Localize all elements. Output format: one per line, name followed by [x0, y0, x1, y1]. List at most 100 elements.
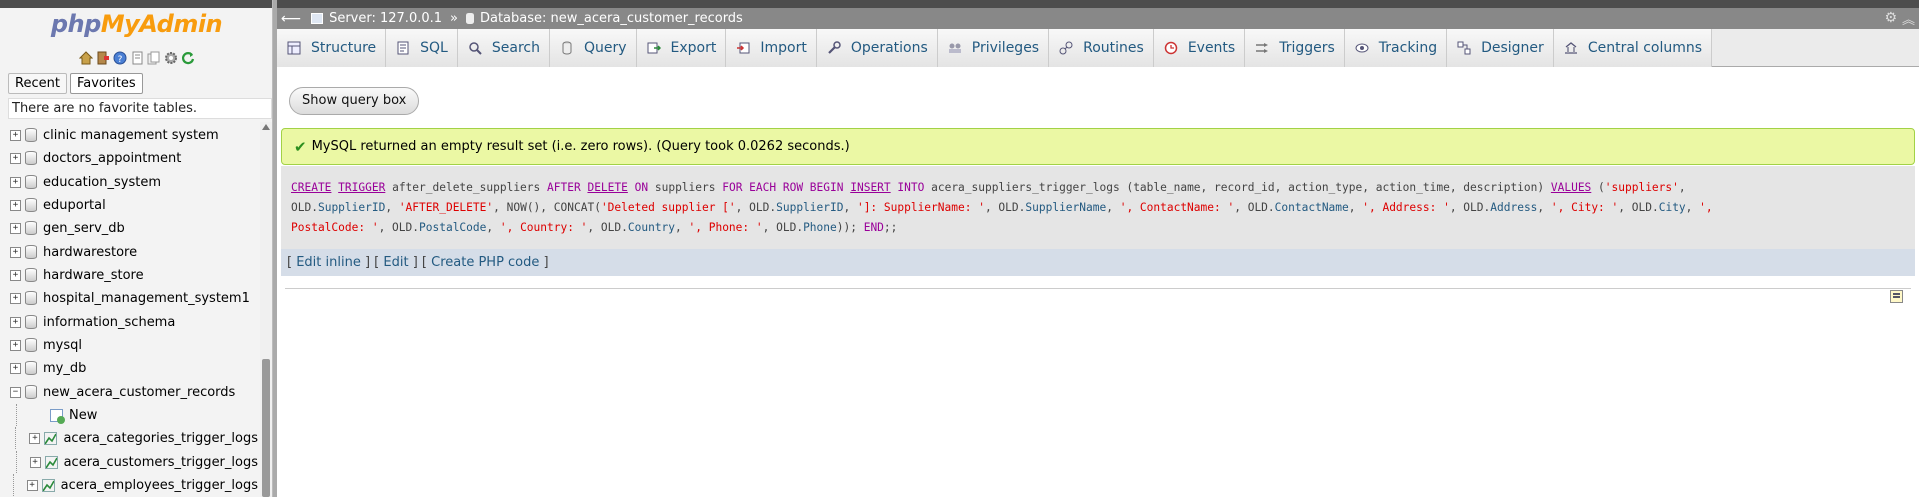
collapse-icon[interactable]: ︽ — [1902, 9, 1915, 28]
copy-icon[interactable] — [146, 50, 161, 65]
tab-favorites[interactable]: Favorites — [69, 73, 143, 94]
triggers-icon — [1254, 41, 1270, 55]
settings-icon[interactable] — [163, 50, 178, 65]
db-name[interactable]: my_db — [43, 361, 86, 376]
tab-central-columns[interactable]: Central columns — [1553, 29, 1713, 67]
tab-sql[interactable]: SQL — [386, 29, 458, 67]
db-name[interactable]: doctors_appointment — [43, 151, 181, 166]
help-icon[interactable]: ? — [112, 50, 127, 65]
tab-events[interactable]: Events — [1153, 29, 1246, 67]
tab-privileges[interactable]: Privileges — [937, 29, 1050, 67]
create-php-code-link[interactable]: Create PHP code — [431, 255, 539, 270]
expand-icon[interactable]: + — [10, 362, 21, 374]
tab-export[interactable]: Export — [636, 29, 727, 67]
tab-routines[interactable]: Routines — [1049, 29, 1154, 67]
expand-icon[interactable]: + — [26, 479, 38, 491]
expand-icon[interactable]: + — [10, 292, 21, 304]
db-name[interactable]: eduportal — [43, 198, 106, 213]
breadcrumb: ⟵ Server: 127.0.0.1 » Database: new_acer… — [277, 8, 1919, 29]
logout-icon[interactable] — [95, 50, 110, 65]
home-icon[interactable] — [78, 50, 93, 65]
new-table-item[interactable]: New — [0, 404, 258, 426]
expand-icon[interactable]: + — [10, 199, 21, 211]
breadcrumb-server[interactable]: Server: 127.0.0.1 — [329, 11, 442, 26]
expand-icon[interactable]: + — [29, 432, 41, 444]
show-query-box-button[interactable]: Show query box — [289, 87, 420, 115]
database-icon — [25, 291, 37, 305]
breadcrumb-database[interactable]: Database: new_acera_customer_records — [480, 11, 743, 26]
tab-label: Export — [670, 40, 717, 56]
db-name[interactable]: information_schema — [43, 315, 175, 330]
tab-query[interactable]: Query — [549, 29, 637, 67]
expand-icon[interactable]: + — [10, 222, 21, 234]
db-tree-item[interactable]: + hardwarestore — [0, 241, 258, 263]
db-name[interactable]: hospital_management_system1 — [43, 291, 250, 306]
table-tree-item[interactable]: + acera_employees_trigger_logs — [0, 474, 258, 496]
scroll-thumb[interactable] — [262, 359, 270, 497]
console-toggle-icon[interactable] — [1890, 290, 1903, 303]
db-name[interactable]: education_system — [43, 175, 161, 190]
navigation-panel: phpMyAdmin ? Recent Favorites There are … — [0, 0, 273, 497]
expand-icon[interactable]: + — [10, 129, 21, 141]
db-name[interactable]: new_acera_customer_records — [43, 385, 235, 400]
phpmyadmin-logo[interactable]: phpMyAdmin — [0, 10, 272, 38]
db-tree-item-active[interactable]: − new_acera_customer_records — [0, 381, 258, 403]
db-name[interactable]: hardwarestore — [43, 245, 137, 260]
expand-icon[interactable]: + — [10, 269, 21, 281]
db-name[interactable]: clinic management system — [43, 128, 219, 143]
expand-icon[interactable]: + — [10, 246, 21, 258]
expand-icon[interactable]: + — [10, 176, 21, 188]
new-label[interactable]: New — [69, 408, 97, 423]
tab-search[interactable]: Search — [457, 29, 550, 67]
back-arrow-icon[interactable]: ⟵ — [281, 11, 301, 27]
tab-tracking[interactable]: Tracking — [1344, 29, 1448, 67]
tab-import[interactable]: Import — [726, 29, 817, 67]
table-tree-item[interactable]: + acera_categories_trigger_logs — [0, 427, 258, 449]
db-tree-item[interactable]: + hospital_management_system1 — [0, 287, 258, 309]
tab-designer[interactable]: Designer — [1447, 29, 1554, 67]
reload-icon[interactable] — [180, 50, 195, 65]
db-tree-item[interactable]: + education_system — [0, 171, 258, 193]
db-name[interactable]: hardware_store — [43, 268, 144, 283]
query-icon — [559, 41, 575, 55]
collapse-icon[interactable]: − — [10, 386, 21, 398]
database-icon — [25, 268, 37, 282]
table-name[interactable]: acera_categories_trigger_logs — [63, 431, 258, 446]
gear-icon[interactable]: ⚙ — [1884, 10, 1897, 26]
server-icon — [311, 13, 324, 24]
tab-label: Routines — [1083, 40, 1144, 56]
db-tree-item[interactable]: + information_schema — [0, 311, 258, 333]
expand-icon[interactable]: + — [10, 316, 21, 328]
tab-recent[interactable]: Recent — [8, 73, 67, 94]
expand-icon[interactable]: + — [29, 456, 41, 468]
central-columns-icon — [1563, 41, 1579, 55]
edit-link[interactable]: Edit — [383, 255, 408, 270]
table-name[interactable]: acera_employees_trigger_logs — [61, 478, 258, 493]
database-icon — [465, 13, 474, 24]
db-tree-item[interactable]: + doctors_appointment — [0, 147, 258, 169]
edit-inline-link[interactable]: Edit inline — [296, 255, 361, 270]
tab-structure[interactable]: Structure — [277, 29, 387, 67]
tab-label: Query — [583, 40, 627, 56]
scroll-up-icon[interactable] — [262, 124, 270, 130]
db-tree-item[interactable]: + hardware_store — [0, 264, 258, 286]
db-name[interactable]: gen_serv_db — [43, 221, 125, 236]
expand-icon[interactable]: + — [10, 339, 21, 351]
events-icon — [1163, 41, 1179, 55]
expand-icon[interactable]: + — [10, 152, 21, 164]
table-name[interactable]: acera_customers_trigger_logs — [64, 455, 258, 470]
db-tree-item[interactable]: + clinic management system — [0, 124, 258, 146]
tab-operations[interactable]: Operations — [816, 29, 938, 67]
db-tree-item[interactable]: + mysql — [0, 334, 258, 356]
table-tree-item[interactable]: + acera_customers_trigger_logs — [0, 451, 258, 473]
db-name[interactable]: mysql — [43, 338, 82, 353]
db-tree-item[interactable]: + eduportal — [0, 194, 258, 216]
export-icon — [646, 41, 662, 55]
docs-icon[interactable] — [129, 50, 144, 65]
tab-triggers[interactable]: Triggers — [1245, 29, 1345, 67]
db-tree-item[interactable]: + my_db — [0, 357, 258, 379]
db-tree-item[interactable]: + gen_serv_db — [0, 217, 258, 239]
operations-icon — [826, 41, 842, 55]
import-icon — [735, 41, 751, 55]
nav-scrollbar[interactable] — [260, 122, 272, 497]
